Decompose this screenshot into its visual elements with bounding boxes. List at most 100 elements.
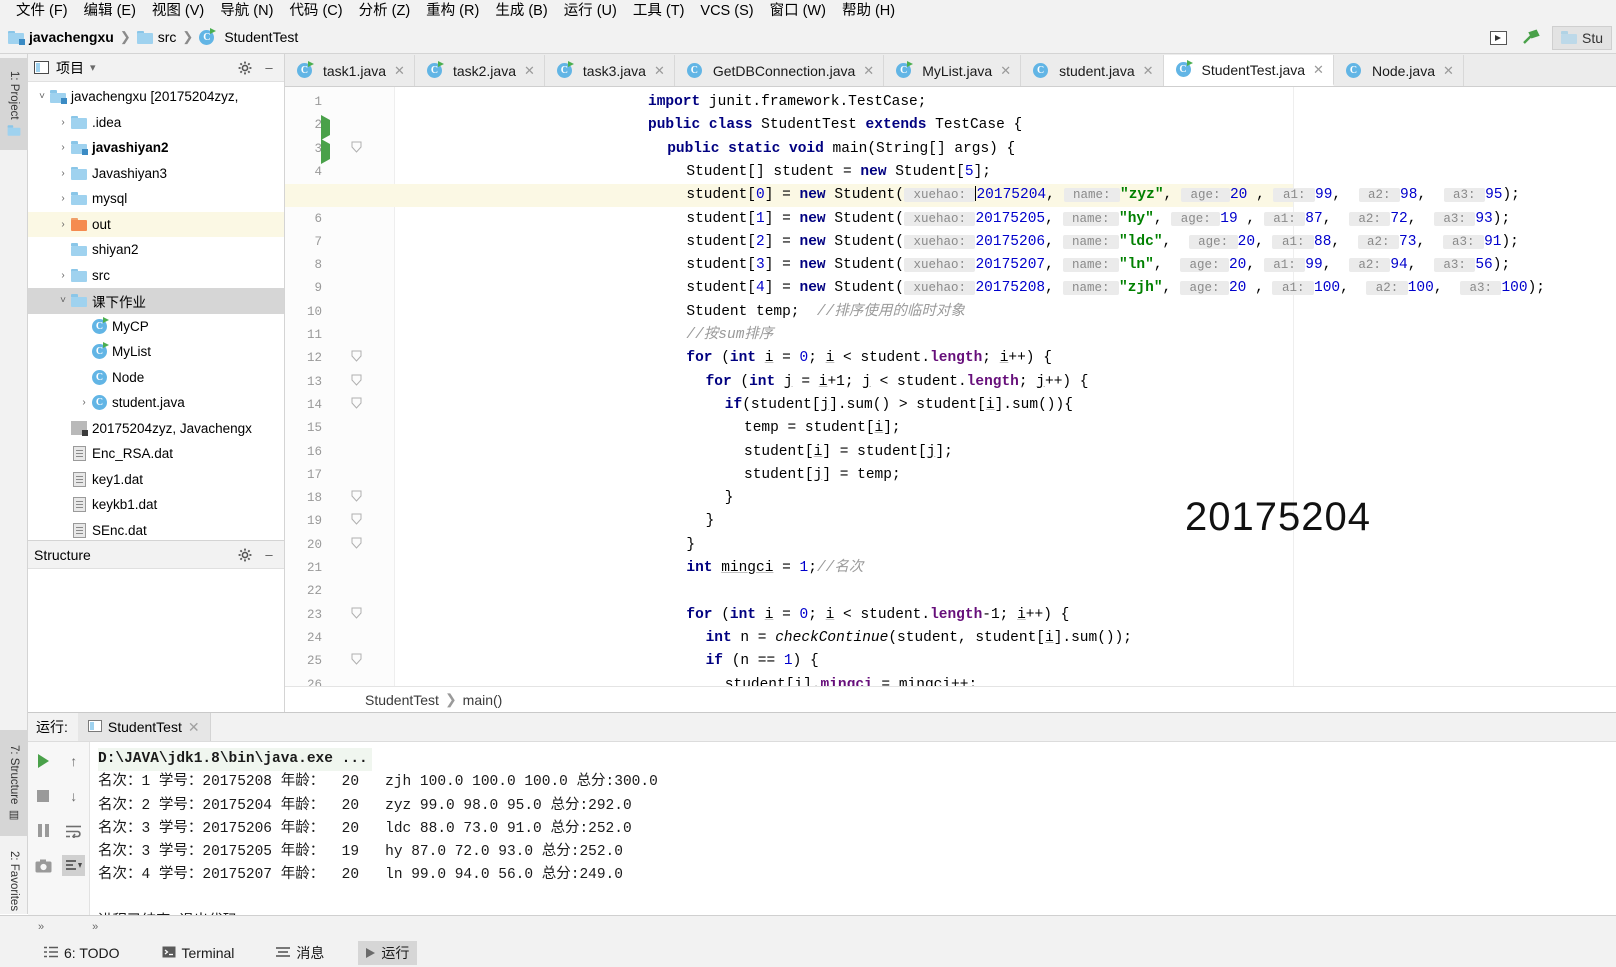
chevron-down-icon[interactable]: ˅ [55,295,71,306]
sidebar-item-project[interactable]: 1: Project [0,58,28,150]
tree-item[interactable]: shiyan2 [28,237,284,263]
code-line[interactable]: student[i] = student[j]; [744,441,953,464]
chevron-right-icon[interactable]: » [38,921,44,933]
breadcrumb-src[interactable]: src [158,29,177,45]
editor-tab-bar[interactable]: Ctask1.java ✕ Ctask2.java ✕ Ctask3.java ✕ C Get… [285,54,1616,87]
breadcrumb-project[interactable]: javachengxu [29,29,114,45]
code-line[interactable]: } [725,487,734,510]
menu-item-12[interactable]: 帮助 (H) [834,1,903,21]
editor-tab-MyList-java[interactable]: C MyList.java ✕ [884,55,1022,86]
status-bar-item-[interactable]: 运行 [358,941,418,965]
close-icon[interactable]: ✕ [1443,63,1454,79]
code-line[interactable]: for (int j = i+1; j < student.length; j+… [706,371,1089,394]
run-config-icon[interactable] [1488,29,1510,47]
menu-item-7[interactable]: 生成 (B) [487,1,555,21]
code-line[interactable]: } [706,510,715,533]
code-line[interactable]: student[4] = new Student( xuehao: 201752… [686,277,1545,300]
code-line[interactable]: int mingci = 1;//名次 [686,557,863,580]
breadcrumb-class[interactable]: StudentTest [224,29,298,45]
tree-item[interactable]: › javashiyan2 [28,135,284,161]
code-line[interactable]: int n = checkContinue(student, student[i… [706,627,1132,650]
run-tab-studenttest[interactable]: StudentTest ✕ [77,713,211,741]
menu-item-11[interactable]: 窗口 (W) [762,1,834,21]
chevron-right-icon[interactable]: » [92,921,98,933]
code-line[interactable]: Student temp; //排序使用的临时对象 [686,301,964,324]
editor-tab-student-java[interactable]: Cstudent.java ✕ [1021,55,1164,86]
editor-breadcrumb-class[interactable]: StudentTest [365,692,439,708]
code-line[interactable]: if (n == 1) { [706,650,819,673]
close-icon[interactable]: ✕ [654,63,665,79]
tree-item[interactable]: C MyCP [28,314,284,340]
close-icon[interactable]: ✕ [1000,63,1011,79]
code-line[interactable]: temp = student[i]; [744,417,901,440]
chevron-right-icon[interactable]: › [55,168,71,179]
chevron-right-icon[interactable]: › [76,397,92,408]
menu-item-10[interactable]: VCS (S) [692,1,761,21]
menu-item-3[interactable]: 导航 (N) [212,1,281,21]
status-bar-item-[interactable]: 消息 [268,941,332,965]
soft-wrap-icon[interactable] [62,820,85,841]
code-line[interactable]: //按sum排序 [686,324,773,347]
chevron-down-icon[interactable]: ˅ [34,91,50,102]
code-line[interactable]: student[2] = new Student( xuehao: 201752… [686,231,1518,254]
tree-item[interactable]: › mysql [28,186,284,212]
build-hammer-icon[interactable] [1520,29,1542,47]
tree-item[interactable]: key1.dat [28,467,284,493]
code-line[interactable]: } [686,534,695,557]
close-icon[interactable]: ✕ [188,719,200,736]
camera-icon[interactable] [32,855,55,876]
close-icon[interactable]: ✕ [1143,63,1154,79]
arrow-up-icon[interactable]: ↑ [62,750,85,771]
gear-icon[interactable] [236,59,254,77]
tree-item[interactable]: ˅ javachengxu [20175204zyz, [28,84,284,110]
collapse-icon[interactable]: – [260,59,278,77]
tree-item[interactable]: › Cstudent.java [28,390,284,416]
code-line[interactable]: for (int i = 0; i < student.length; i++)… [686,347,1052,370]
tree-item[interactable]: C MyList [28,339,284,365]
chevron-right-icon[interactable]: › [55,117,71,128]
menu-item-0[interactable]: 文件 (F) [8,1,76,21]
close-icon[interactable]: ✕ [394,63,405,79]
code-line[interactable]: if(student[j].sum() > student[i].sum()){ [725,394,1073,417]
tree-item[interactable]: keykb1.dat [28,492,284,518]
editor-tab-task3-java[interactable]: Ctask3.java ✕ [545,55,675,86]
tree-item[interactable]: › Javashiyan3 [28,161,284,187]
chevron-right-icon[interactable]: › [55,270,71,281]
status-bar-item-terminal[interactable]: Terminal [154,943,243,963]
editor-tab-Node-java[interactable]: C Node.java ✕ [1334,55,1464,86]
tree-item[interactable]: › out [28,211,284,237]
collapse-icon[interactable]: – [260,546,278,564]
close-icon[interactable]: ✕ [863,63,874,79]
code-line[interactable]: public class StudentTest extends TestCas… [648,114,1022,137]
run-configuration-selector[interactable]: Stu [1551,25,1612,50]
chevron-right-icon[interactable]: › [55,193,71,204]
editor-tab-task2-java[interactable]: Ctask2.java ✕ [415,55,545,86]
chevron-down-icon[interactable]: ▾ [90,61,96,74]
tree-item[interactable]: › src [28,263,284,289]
tree-item[interactable]: ˅ 课下作业 [28,288,284,314]
sidebar-item-structure[interactable]: 7: Structure ▤ [0,730,28,836]
code-line[interactable]: student[3] = new Student( xuehao: 201752… [686,254,1510,277]
tree-item[interactable]: Enc_RSA.dat [28,441,284,467]
menu-item-2[interactable]: 视图 (V) [144,1,212,21]
code-line[interactable]: Student[] student = new Student[5]; [686,161,991,184]
tree-item[interactable]: 20175204zyz, Javachengx [28,416,284,442]
editor-tab-task1-java[interactable]: Ctask1.java ✕ [285,55,415,86]
menu-item-9[interactable]: 工具 (T) [625,1,693,21]
menu-item-6[interactable]: 重构 (R) [418,1,487,21]
gear-icon[interactable] [236,546,254,564]
project-tree[interactable]: ˅ javachengxu [20175204zyz, › .idea › javashi… [28,82,284,538]
close-icon[interactable]: ✕ [524,63,535,79]
code-line[interactable]: import junit.framework.TestCase; [648,91,926,114]
status-bar-item-6todo[interactable]: 6: TODO [36,943,128,963]
menu-item-4[interactable]: 代码 (C) [281,1,350,21]
console-output[interactable]: D:\JAVA\jdk1.8\bin\java.exe ... 名次：1 学号：2… [90,742,1616,916]
code-line[interactable]: student[1] = new Student( xuehao: 201752… [686,208,1510,231]
code-line[interactable]: student[j] = temp; [744,464,901,487]
menu-item-1[interactable]: 编辑 (E) [76,1,144,21]
stop-icon[interactable] [32,785,55,806]
arrow-down-icon[interactable]: ↓ [62,785,85,806]
code-line[interactable]: for (int i = 0; i < student.length-1; i+… [686,604,1069,627]
code-line[interactable]: student[0] = new Student( xuehao: 201752… [686,184,1520,207]
play-icon[interactable] [32,750,55,771]
